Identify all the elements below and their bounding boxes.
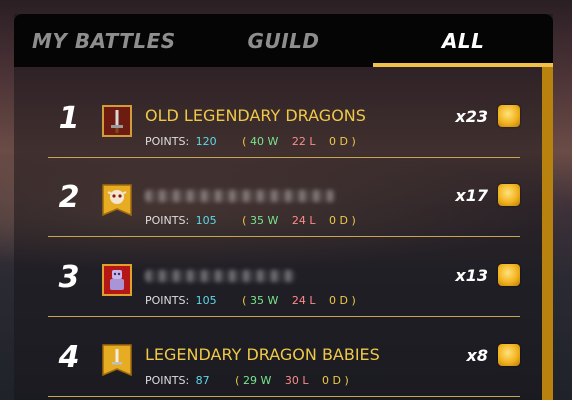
- losses-value: 30 L: [284, 374, 309, 387]
- gold-token-icon: [498, 264, 520, 286]
- wins-value: 35 W: [249, 294, 279, 307]
- stats-paren-close: ): [344, 374, 349, 387]
- rank-number: 1: [58, 100, 80, 136]
- tab-guild[interactable]: GUILD: [194, 14, 374, 67]
- stats-paren-open: (: [242, 135, 247, 148]
- stats-paren-open: (: [235, 374, 240, 387]
- obscured-guild-name: [145, 190, 335, 202]
- rank-number: 2: [58, 179, 80, 215]
- gold-token-icon: [498, 344, 520, 366]
- guild-name: LEGENDARY DRAGON BABIES: [145, 345, 380, 364]
- gold-skull-banner-icon: [102, 184, 132, 216]
- gold-token-icon: [498, 184, 520, 206]
- scrollbar-thumb[interactable]: [542, 67, 553, 400]
- stats-paren-close: ): [351, 214, 356, 227]
- leaderboard-row[interactable]: 3 POINTS: 105 ( 35 W 24 L 0 D ) x13: [48, 238, 520, 317]
- losses-value: 24 L: [291, 214, 316, 227]
- points-value: 105: [195, 214, 217, 227]
- losses-value: 22 L: [291, 135, 316, 148]
- reward-multiplier: x8: [466, 346, 488, 365]
- points-value: 120: [195, 135, 217, 148]
- tab-my-battles[interactable]: MY BATTLES: [14, 14, 194, 67]
- losses-value: 24 L: [291, 294, 316, 307]
- guild-stats: POINTS: 87 ( 29 W 30 L 0 D ): [145, 374, 349, 387]
- guild-stats: POINTS: 105 ( 35 W 24 L 0 D ): [145, 214, 356, 227]
- wins-value: 29 W: [242, 374, 272, 387]
- guild-stats: POINTS: 120 ( 40 W 22 L 0 D ): [145, 135, 356, 148]
- points-label: POINTS:: [145, 374, 190, 387]
- gold-sword-banner-icon: [102, 344, 132, 376]
- leaderboard-row[interactable]: 4 LEGENDARY DRAGON BABIES POINTS: 87 ( 2…: [48, 318, 520, 397]
- leaderboard-row[interactable]: 1 OLD LEGENDARY DRAGONS POINTS: 120 ( 40…: [48, 79, 520, 158]
- red-robot-banner-icon: [102, 264, 132, 296]
- points-value: 105: [195, 294, 217, 307]
- leaderboard-row[interactable]: 2 POINTS: 105 ( 35 W 24 L 0 D ) x17: [48, 158, 520, 237]
- rank-number: 4: [58, 339, 80, 375]
- draws-value: 0 D: [321, 374, 341, 387]
- wins-value: 35 W: [249, 214, 279, 227]
- rank-number: 3: [58, 259, 80, 295]
- draws-value: 0 D: [328, 135, 348, 148]
- scrollbar-track[interactable]: [542, 67, 553, 400]
- reward-multiplier: x13: [455, 266, 488, 285]
- stats-paren-close: ): [351, 294, 356, 307]
- stats-paren-open: (: [242, 214, 247, 227]
- red-sword-banner-icon: [102, 105, 132, 137]
- stats-paren-open: (: [242, 294, 247, 307]
- gold-token-icon: [498, 105, 520, 127]
- points-value: 87: [195, 374, 210, 387]
- points-label: POINTS:: [145, 294, 190, 307]
- tab-all[interactable]: ALL: [373, 14, 553, 67]
- guild-stats: POINTS: 105 ( 35 W 24 L 0 D ): [145, 294, 356, 307]
- obscured-guild-name: [145, 270, 295, 282]
- tab-bar: MY BATTLES GUILD ALL: [14, 14, 553, 67]
- draws-value: 0 D: [328, 214, 348, 227]
- points-label: POINTS:: [145, 214, 190, 227]
- guild-name: OLD LEGENDARY DRAGONS: [145, 106, 366, 125]
- reward-multiplier: x23: [455, 107, 488, 126]
- wins-value: 40 W: [249, 135, 279, 148]
- draws-value: 0 D: [328, 294, 348, 307]
- reward-multiplier: x17: [455, 186, 488, 205]
- points-label: POINTS:: [145, 135, 190, 148]
- stats-paren-close: ): [351, 135, 356, 148]
